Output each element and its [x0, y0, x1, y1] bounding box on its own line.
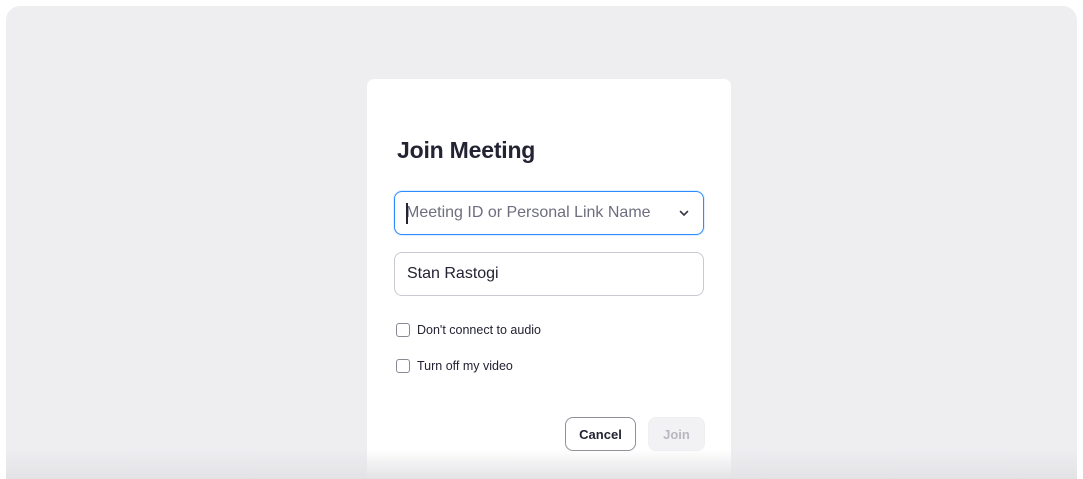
- dialog-title: Join Meeting: [397, 137, 536, 163]
- no-audio-label: Don't connect to audio: [417, 323, 541, 337]
- meeting-id-combobox[interactable]: [394, 191, 704, 235]
- display-name-input[interactable]: [395, 253, 703, 295]
- no-audio-checkbox[interactable]: [396, 323, 410, 337]
- join-meeting-dialog: Join Meeting Don't connect to audio Turn…: [367, 79, 731, 479]
- display-name-field[interactable]: [394, 252, 704, 296]
- cancel-button[interactable]: Cancel: [565, 417, 636, 451]
- join-button: Join: [648, 417, 705, 451]
- meeting-id-input[interactable]: [395, 192, 671, 234]
- option-video-off[interactable]: Turn off my video: [396, 359, 513, 373]
- video-off-checkbox[interactable]: [396, 359, 410, 373]
- app-window: Join Meeting Don't connect to audio Turn…: [6, 6, 1077, 479]
- option-no-audio[interactable]: Don't connect to audio: [396, 323, 541, 337]
- video-off-label: Turn off my video: [417, 359, 513, 373]
- chevron-down-icon[interactable]: [671, 192, 697, 234]
- text-caret: [406, 203, 408, 224]
